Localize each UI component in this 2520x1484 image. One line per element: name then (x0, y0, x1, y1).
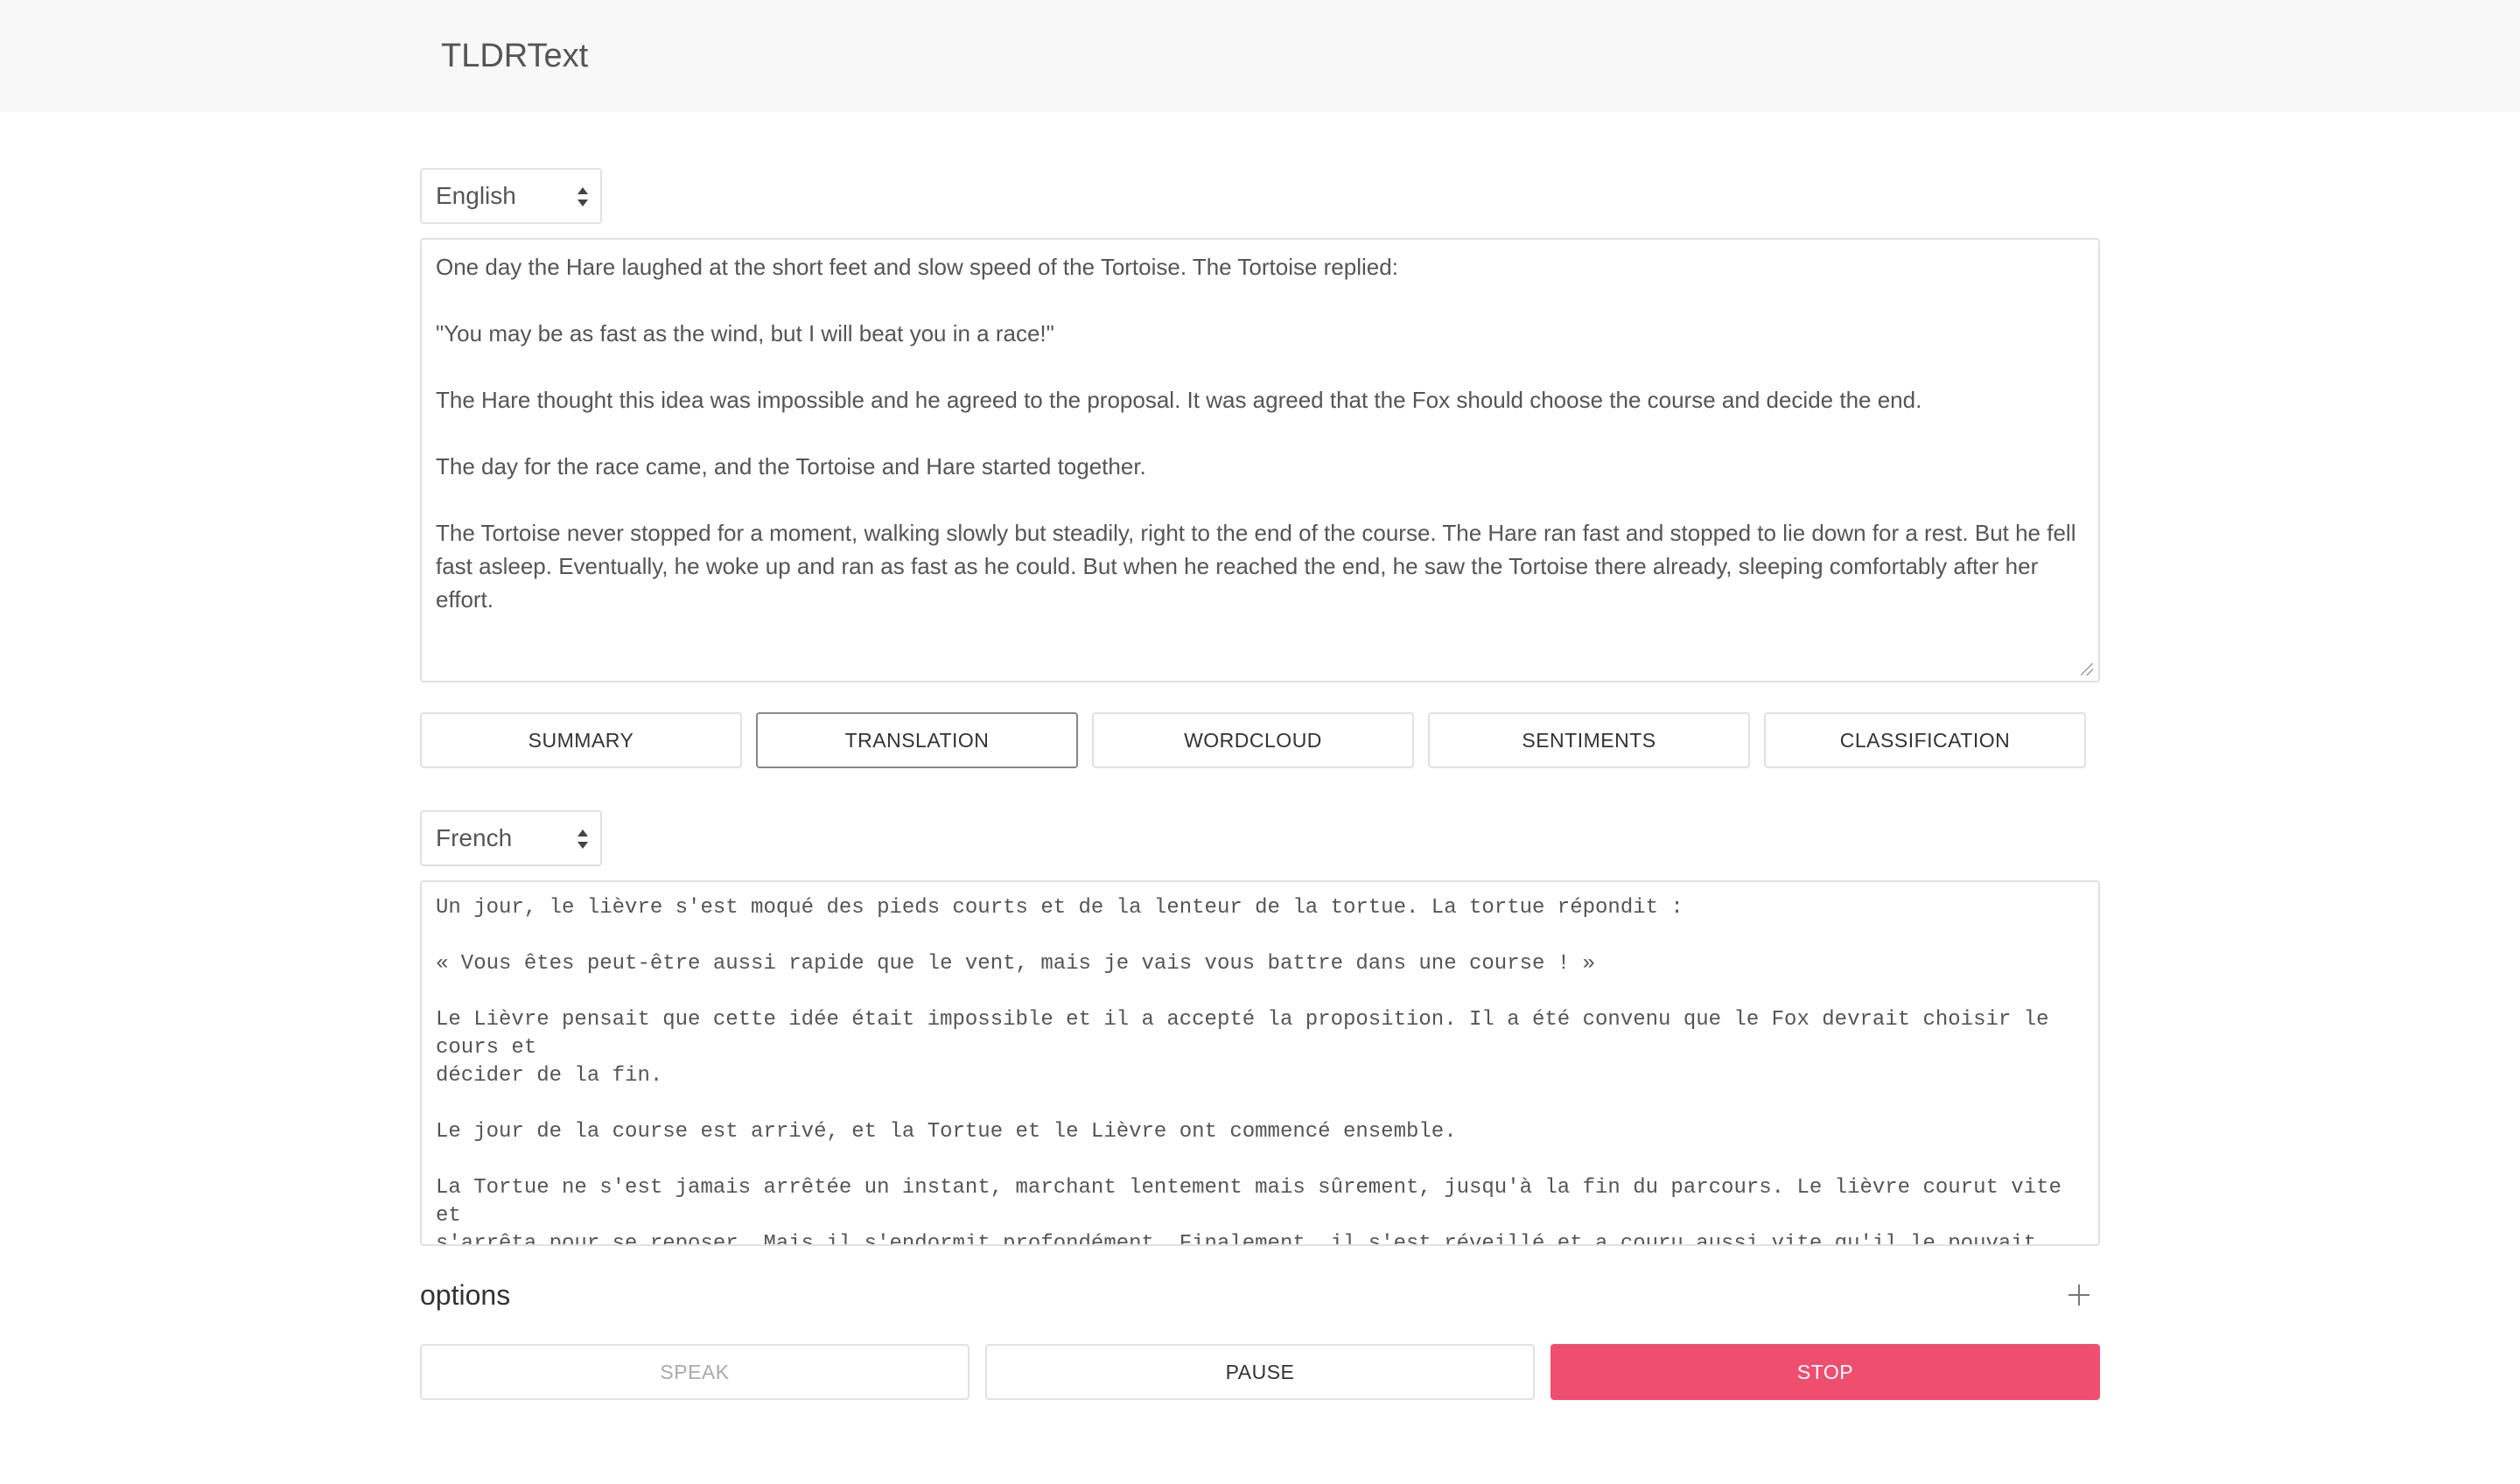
tab-translation[interactable]: TRANSLATION (756, 712, 1078, 768)
select-arrows-icon (578, 187, 588, 206)
tab-classification[interactable]: CLASSIFICATION (1764, 712, 2086, 768)
pause-button[interactable]: PAUSE (985, 1344, 1535, 1400)
tab-wordcloud[interactable]: WORDCLOUD (1092, 712, 1414, 768)
tab-sentiments[interactable]: SENTIMENTS (1428, 712, 1750, 768)
tab-summary[interactable]: SUMMARY (420, 712, 742, 768)
plus-icon[interactable] (2068, 1284, 2090, 1306)
options-label[interactable]: options (420, 1276, 510, 1314)
source-language-select[interactable]: English (420, 168, 602, 224)
source-language-value: English (436, 182, 516, 209)
speak-button[interactable]: SPEAK (420, 1344, 970, 1400)
resize-grip-icon[interactable] (2081, 663, 2093, 676)
top-navbar: TLDRText (0, 0, 2520, 112)
translation-output: Un jour, le lièvre s'est moqué des pieds… (420, 880, 2100, 1246)
target-language-select[interactable]: French (420, 810, 602, 866)
target-language-value: French (436, 824, 513, 851)
select-arrows-icon (578, 830, 588, 849)
app-title[interactable]: TLDRText (441, 33, 588, 79)
stop-button[interactable]: STOP (1550, 1344, 2100, 1400)
input-textarea[interactable]: One day the Hare laughed at the short fe… (420, 238, 2100, 682)
